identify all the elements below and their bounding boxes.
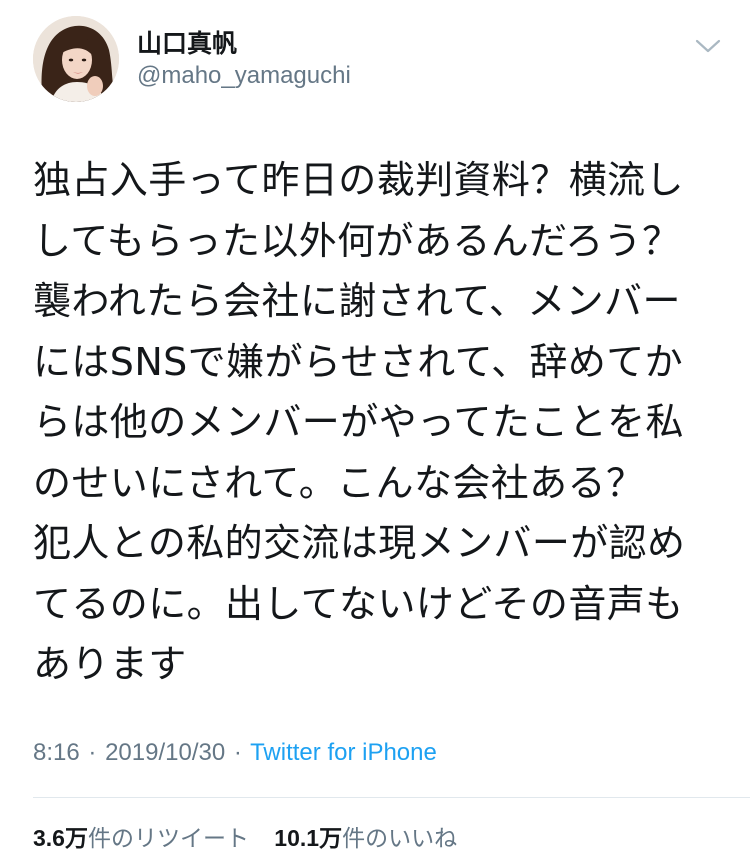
tweet-header: 山口真帆 @maho_yamaguchi — [0, 0, 750, 120]
tweet-meta: 8:16 · 2019/10/30 · Twitter for iPhone — [33, 735, 437, 771]
tweet-line: 襲われたら会社に謝されて、メンバー — [33, 279, 681, 323]
meta-separator: · — [88, 739, 97, 766]
meta-separator: · — [233, 739, 242, 766]
divider — [33, 797, 750, 798]
tweet-text: 独占入手って昨日の裁判資料？横流し してもらった以外何があるんだろう？ 襲われた… — [33, 150, 723, 695]
display-name[interactable]: 山口真帆 — [137, 28, 237, 60]
chevron-down-icon[interactable] — [692, 32, 724, 60]
likes-count[interactable]: 10.1万件のいいね — [274, 825, 458, 852]
retweets-unit: 万 — [64, 826, 88, 852]
likes-unit: 万 — [319, 826, 343, 852]
likes-number: 10.1 — [274, 825, 320, 851]
tweet-line: のせいにされて。こんな会社ある？ — [33, 460, 645, 505]
tweet-line: らは他のメンバーがやってたことを私 — [33, 400, 684, 444]
retweets-number: 3.6 — [33, 825, 65, 851]
profile-photo-icon — [33, 16, 119, 102]
user-handle[interactable]: @maho_yamaguchi — [137, 61, 351, 91]
tweet-line: にはSNSで嫌がらせされて、辞めてか — [33, 339, 684, 384]
retweets-label: 件のリツイート — [87, 826, 249, 852]
retweets-count[interactable]: 3.6万件のリツイート — [33, 825, 249, 852]
tweet-date[interactable]: 2019/10/30 — [105, 739, 225, 766]
likes-label: 件のいいね — [342, 826, 458, 852]
tweet-line: てるのに。出してないけどその音声も — [33, 581, 684, 626]
avatar[interactable] — [33, 16, 119, 102]
tweet-line: 独占入手って昨日の裁判資料？横流し — [33, 158, 684, 202]
tweet-line: あります — [33, 642, 187, 686]
tweet-line: してもらった以外何があるんだろう？ — [33, 218, 681, 263]
tweet-stats: 3.6万件のリツイート 10.1万件のいいね — [33, 820, 475, 857]
tweet-line: 犯人との私的交流は現メンバーが認め — [33, 521, 686, 565]
tweet-time[interactable]: 8:16 — [33, 739, 80, 766]
tweet-source-link[interactable]: Twitter for iPhone — [250, 739, 437, 766]
